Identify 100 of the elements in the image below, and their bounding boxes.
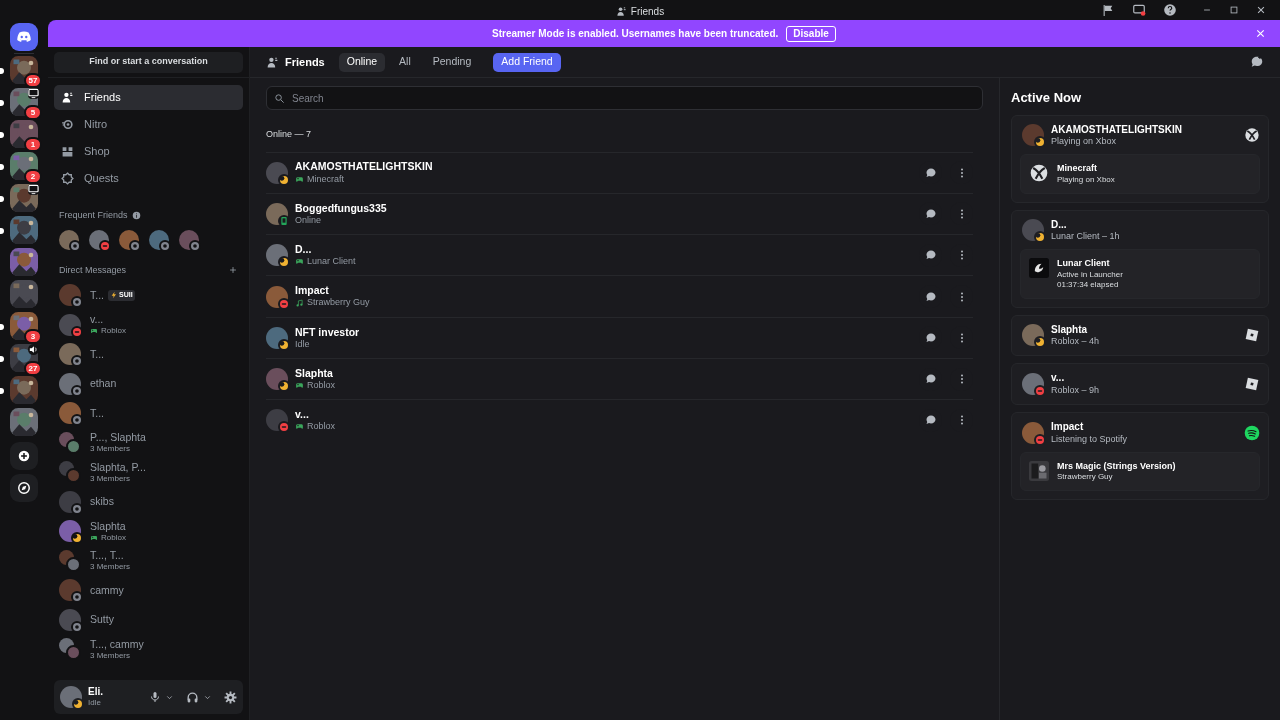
friend-name: NFT investor bbox=[295, 325, 360, 339]
disable-button[interactable]: Disable bbox=[786, 25, 836, 42]
dm-item[interactable]: P..., Slaphta 3 Members bbox=[54, 428, 243, 457]
tab[interactable]: Online bbox=[338, 52, 386, 72]
close-icon[interactable] bbox=[1256, 5, 1266, 15]
activity-card[interactable]: Impact Listening to Spotify Mrs Magic (Strings Version) Strawberry Guy bbox=[1011, 412, 1269, 500]
search-field[interactable]: Search bbox=[266, 86, 983, 110]
dm-name: T... bbox=[90, 347, 104, 361]
activity-detail: Strawberry Guy bbox=[1057, 472, 1114, 482]
plus-icon bbox=[17, 449, 31, 463]
gamepad-icon bbox=[295, 257, 304, 267]
dm-name: T..., T... bbox=[90, 549, 124, 563]
group-avatar bbox=[59, 549, 81, 572]
friend-row[interactable]: AKAMOSTHATELIGHTSKIN Minecraft bbox=[266, 151, 973, 193]
panel-title: Active Now bbox=[1011, 89, 1083, 107]
roblox-icon bbox=[1244, 327, 1260, 344]
activity-card[interactable]: v... Roblox – 9h bbox=[1011, 363, 1269, 405]
friend-row[interactable]: D... Lunar Client bbox=[266, 234, 973, 276]
friend-name: AKAMOSTHATELIGHTSKIN bbox=[1051, 123, 1182, 136]
activity-title: Minecraft bbox=[1057, 163, 1098, 175]
friend-activity: Lunar Client bbox=[307, 256, 356, 268]
dm-name: P..., Slaphta bbox=[90, 431, 146, 445]
group-avatar bbox=[59, 461, 81, 484]
dm-item[interactable]: T... bbox=[54, 399, 243, 428]
dm-item[interactable]: v... Roblox bbox=[54, 310, 243, 339]
group-avatar bbox=[59, 638, 81, 661]
friend-row[interactable]: Impact Strawberry Guy bbox=[266, 275, 973, 317]
dm-item[interactable]: T..., cammy 3 Members bbox=[54, 635, 243, 664]
friend-name: D... bbox=[295, 243, 313, 257]
activity-card[interactable]: D... Lunar Client – 1h Lunar Client Active in Launcher 01:37:34 elapsed bbox=[1011, 209, 1269, 308]
nav-item[interactable]: Shop bbox=[54, 139, 243, 164]
music-note-icon bbox=[295, 298, 304, 308]
friend-row[interactable]: Slaphta Roblox bbox=[266, 358, 973, 400]
tab[interactable]: Pending bbox=[424, 52, 480, 72]
dm-item[interactable]: cammy bbox=[54, 576, 243, 605]
microphone-icon[interactable] bbox=[149, 691, 161, 703]
member-count: 3 Members bbox=[90, 444, 131, 455]
settings-icon[interactable] bbox=[224, 690, 237, 704]
dm-item[interactable]: Slaphta, P... 3 Members bbox=[54, 458, 243, 487]
dm-name: T... bbox=[90, 288, 104, 302]
username: Eli. bbox=[88, 685, 103, 699]
server-button[interactable]: 3 bbox=[10, 312, 42, 344]
dm-item[interactable]: Slaphta Roblox bbox=[54, 517, 243, 546]
user-status: Idle bbox=[88, 698, 102, 709]
screen-icon[interactable] bbox=[1132, 3, 1146, 17]
unread-count: 57 bbox=[24, 73, 42, 88]
activity-card[interactable]: AKAMOSTHATELIGHTSKIN Playing on Xbox Minecraft Playing on Xbox bbox=[1011, 114, 1269, 203]
activity-text: Roblox bbox=[101, 326, 126, 337]
member-count: 3 Members bbox=[90, 650, 131, 661]
unread-count: 1 bbox=[24, 137, 42, 152]
dm-name: v... bbox=[90, 313, 104, 327]
xbox-icon bbox=[1244, 127, 1260, 144]
chat-bubble-icon bbox=[924, 249, 937, 262]
headphones-icon[interactable] bbox=[186, 690, 199, 704]
server-button[interactable]: 5 bbox=[10, 88, 42, 120]
friend-name: Boggedfungus335 bbox=[295, 201, 387, 215]
album-cover-icon bbox=[1029, 460, 1049, 481]
activity-card[interactable]: Slaphta Roblox – 4h bbox=[1011, 314, 1269, 357]
server-button[interactable]: 2 bbox=[10, 152, 42, 184]
chat-bubble-icon bbox=[924, 166, 937, 179]
friend-row[interactable]: NFT investor Idle bbox=[266, 316, 973, 358]
dm-item[interactable]: skibs bbox=[54, 487, 243, 516]
new-message-icon[interactable] bbox=[1250, 55, 1264, 69]
friend-activity: Roblox bbox=[307, 421, 335, 433]
maximize-icon[interactable] bbox=[1229, 5, 1239, 15]
add-server-button[interactable] bbox=[10, 442, 38, 470]
friend-name: Impact bbox=[295, 284, 330, 298]
dm-item[interactable]: Sutty bbox=[54, 605, 243, 634]
help-icon[interactable] bbox=[1163, 3, 1177, 17]
nav-item[interactable]: Friends bbox=[54, 85, 243, 110]
chat-bubble-icon bbox=[924, 290, 937, 303]
friend-name: Slaphta bbox=[295, 366, 334, 381]
home-button[interactable] bbox=[10, 23, 38, 51]
dm-item[interactable]: T... bbox=[54, 340, 243, 369]
dm-item[interactable]: ethan bbox=[54, 369, 243, 398]
server-button[interactable]: 1 bbox=[10, 120, 42, 152]
server-button[interactable]: 27 bbox=[10, 344, 42, 376]
friend-activity: Idle bbox=[295, 338, 310, 350]
friend-name: Impact bbox=[1051, 421, 1085, 434]
nav-item[interactable]: Nitro bbox=[54, 112, 243, 137]
chat-bubble-icon bbox=[924, 207, 937, 220]
discover-button[interactable] bbox=[10, 474, 38, 502]
flag-icon[interactable] bbox=[1102, 3, 1115, 17]
page-title: Friends bbox=[285, 54, 325, 70]
conversation-search-button[interactable]: Find or start a conversation bbox=[54, 51, 243, 73]
friend-row[interactable]: Boggedfungus335 Online bbox=[266, 192, 973, 235]
activity-text: Listening to Spotify bbox=[1051, 433, 1128, 445]
chat-bubble-icon bbox=[924, 373, 937, 386]
server-button[interactable]: 57 bbox=[10, 56, 42, 88]
unread-count: 5 bbox=[24, 105, 42, 120]
add-friend-button[interactable]: Add Friend bbox=[493, 52, 561, 72]
info-icon[interactable] bbox=[131, 211, 141, 221]
dm-name: cammy bbox=[90, 583, 124, 597]
tab[interactable]: All bbox=[391, 52, 419, 72]
dm-item[interactable]: T..., T... 3 Members bbox=[54, 546, 243, 575]
plus-icon[interactable] bbox=[228, 265, 238, 276]
friend-row[interactable]: v... Roblox bbox=[266, 399, 973, 441]
nav-item[interactable]: Quests bbox=[54, 166, 243, 191]
activity-text: Roblox – 9h bbox=[1051, 384, 1100, 396]
xbox-icon bbox=[1029, 163, 1049, 184]
